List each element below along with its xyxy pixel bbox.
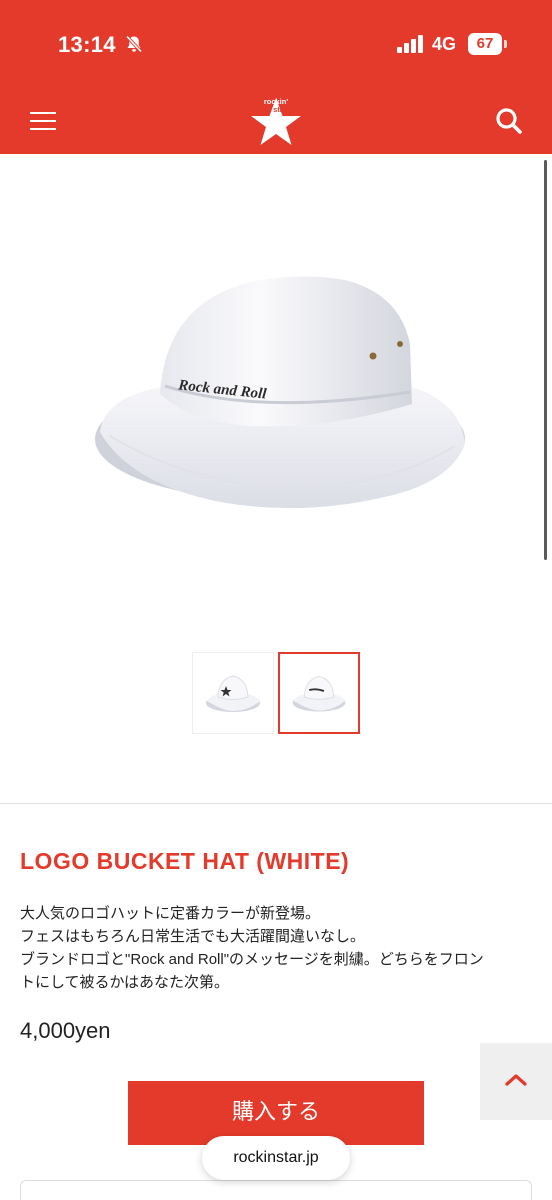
- menu-line: [30, 112, 56, 114]
- rockinstar-logo[interactable]: rockin' star: [244, 92, 308, 150]
- bucket-hat-image: Rock and Roll: [95, 276, 465, 509]
- site-header: rockin' star: [0, 88, 552, 154]
- next-section-panel: [20, 1180, 532, 1200]
- battery-level: 67: [468, 33, 502, 55]
- signal-icon: [397, 35, 423, 53]
- status-bar: 13:14 4G 67: [0, 0, 552, 88]
- description-line: ブランドロゴと"Rock and Roll"のメッセージを刺繍。どちらをフロン: [20, 951, 484, 968]
- thumbnail-1[interactable]: [192, 652, 274, 734]
- scroll-indicator[interactable]: [544, 160, 547, 560]
- network-type: 4G: [432, 34, 457, 54]
- thumbnail-2-selected[interactable]: [278, 652, 360, 734]
- thumbnail-hat-rock-image: [292, 675, 346, 712]
- product-price: 4,000yen: [20, 1018, 111, 1043]
- scroll-to-top-button[interactable]: [480, 1043, 552, 1120]
- thumbnail-strip: [192, 652, 362, 734]
- product-description: 大人気のロゴハットに定番カラーが新登場。 フェスはもちろん日常生活でも大活躍間違…: [20, 902, 530, 994]
- chevron-up-icon: [505, 1074, 527, 1086]
- bell-slash-icon: [125, 35, 143, 53]
- menu-line: [30, 120, 56, 122]
- product-main-image[interactable]: Rock and Roll: [0, 154, 552, 644]
- search-icon[interactable]: [494, 106, 524, 136]
- logo-text-bottom: star: [273, 105, 287, 114]
- hamburger-menu-icon[interactable]: [28, 105, 60, 135]
- browser-url-pill[interactable]: rockinstar.jp: [202, 1136, 350, 1180]
- menu-line: [30, 128, 56, 130]
- product-title: LOGO BUCKET HAT (WHITE): [20, 848, 350, 874]
- description-line: フェスはもちろん日常生活でも大活躍間違いなし。: [20, 928, 366, 945]
- status-time: 13:14: [58, 32, 116, 57]
- battery-tip: [504, 40, 507, 48]
- section-divider: [0, 803, 552, 804]
- thumbnail-hat-star-image: [206, 675, 260, 712]
- description-line: 大人気のロゴハットに定番カラーが新登場。: [20, 905, 321, 922]
- description-line: トにして被るかはあなた次第。: [20, 974, 229, 991]
